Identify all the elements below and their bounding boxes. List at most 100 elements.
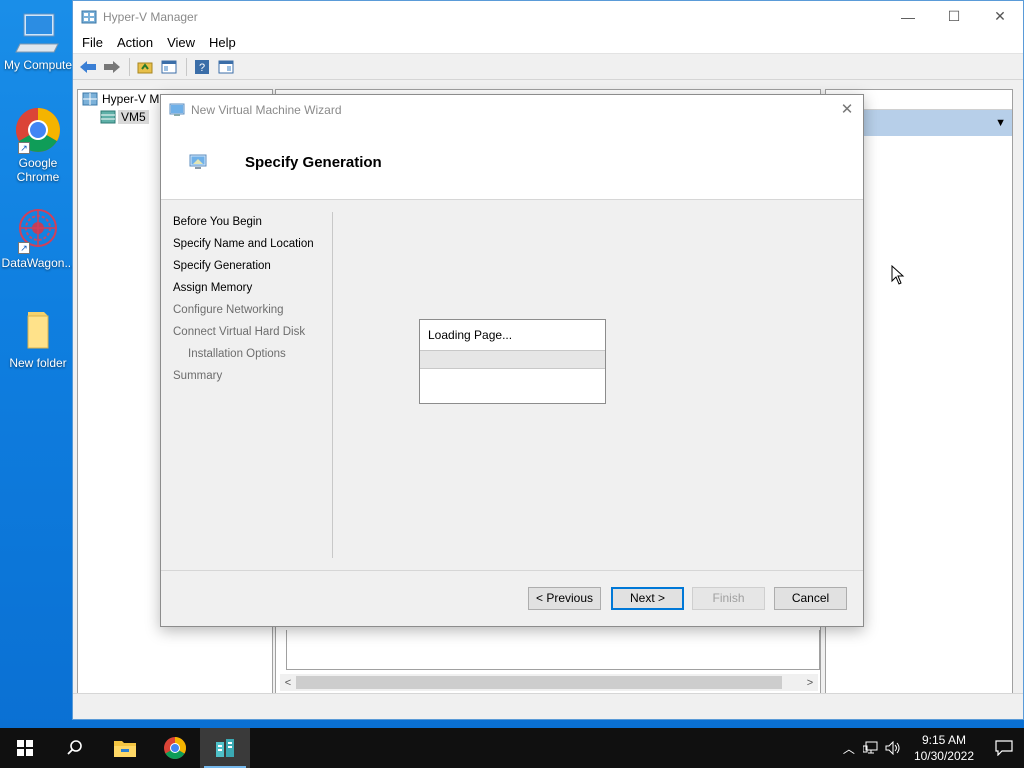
close-icon: ✕ (994, 8, 1006, 24)
taskbar: ︿ 9:15 AM 10/30/2022 (0, 728, 1024, 768)
cancel-button[interactable]: Cancel (774, 587, 847, 610)
datawagon-icon: ↗ (14, 206, 62, 254)
step-specify-generation[interactable]: Specify Generation (173, 259, 333, 281)
close-icon: ✕ (840, 101, 854, 118)
step-configure-networking: Configure Networking (173, 304, 284, 316)
taskbar-clock[interactable]: 9:15 AM 10/30/2022 (904, 732, 984, 764)
minimize-icon: — (901, 8, 915, 25)
hyperv-manager-icon (82, 92, 98, 106)
wizard-app-icon (169, 103, 185, 116)
toolbar-separator (129, 57, 130, 76)
show-hidden-icons-button[interactable]: ︿ (838, 728, 860, 768)
loading-progress-bar (420, 350, 605, 369)
start-button[interactable] (0, 728, 50, 768)
next-button[interactable]: Next > (611, 587, 684, 610)
network-icon (862, 741, 878, 754)
help-button[interactable]: ? (191, 57, 213, 77)
virtual-machine-icon (189, 154, 207, 169)
chrome-taskbar-button[interactable] (150, 728, 200, 768)
desktop-icon-label: My Compute (3, 58, 73, 72)
forward-arrow-icon (104, 60, 120, 73)
menu-help[interactable]: Help (204, 35, 245, 50)
menu-bar: File Action View Help (73, 32, 1023, 54)
wizard-steps-list: Before You Begin Specify Name and Locati… (173, 215, 333, 391)
previous-button[interactable]: < Previous (528, 587, 601, 610)
mouse-cursor-icon (891, 265, 905, 285)
up-folder-button[interactable] (134, 57, 156, 77)
folder-icon (14, 306, 62, 354)
show-hide-action-pane-button[interactable] (215, 57, 237, 77)
back-button[interactable] (77, 57, 99, 77)
scroll-right-icon[interactable]: > (802, 677, 818, 689)
scrollbar-thumb[interactable] (296, 676, 782, 689)
svg-text:?: ? (199, 62, 205, 74)
desktop-icon-label: DataWagon... (1, 256, 75, 270)
step-assign-memory[interactable]: Assign Memory (173, 281, 333, 303)
scroll-left-icon[interactable]: < (280, 677, 296, 689)
step-connect-virtual-hard-disk: Connect Virtual Hard Disk (173, 326, 306, 338)
hyperv-titlebar[interactable]: Hyper-V Manager — ☐ ✕ (73, 1, 1023, 32)
desktop-icon-label: New folder (9, 356, 67, 370)
file-explorer-button[interactable] (100, 728, 150, 768)
loading-text: Loading Page... (428, 328, 513, 342)
minimize-button[interactable]: — (885, 1, 931, 32)
chevron-down-icon: ▼ (995, 117, 1006, 129)
step-summary: Summary (173, 370, 223, 382)
finish-button: Finish (692, 587, 765, 610)
volume-button[interactable] (882, 728, 904, 768)
desktop-icon-datawagon[interactable]: ↗ DataWagon... (1, 206, 75, 270)
forward-button[interactable] (101, 57, 123, 77)
volume-icon (885, 741, 900, 755)
desktop-icon-google-chrome[interactable]: ↗ Google Chrome (1, 106, 75, 184)
wizard-footer-divider (161, 570, 863, 571)
status-bar (73, 693, 1023, 719)
step-before-you-begin[interactable]: Before You Begin (173, 215, 333, 237)
clock-time: 9:15 AM (921, 733, 966, 747)
action-pane-icon (218, 60, 234, 73)
close-button[interactable]: ✕ (977, 1, 1023, 32)
menu-action[interactable]: Action (112, 35, 162, 50)
tree-item-label: VM5 (118, 110, 149, 124)
new-vm-wizard-dialog: New Virtual Machine Wizard ✕ Specify Gen… (160, 94, 864, 627)
menu-file[interactable]: File (77, 35, 112, 50)
desktop-icon-new-folder[interactable]: New folder (1, 306, 75, 370)
tree-item-label: Hyper-V M (102, 92, 160, 106)
toolbar: ? (73, 54, 1023, 80)
back-arrow-icon (80, 60, 96, 73)
console-tree-icon (161, 60, 177, 73)
desktop-icon-label: Google Chrome (16, 156, 60, 184)
toolbar-separator (186, 57, 187, 76)
chevron-up-icon: ︿ (842, 741, 855, 756)
horizontal-scrollbar[interactable]: < > (280, 674, 818, 691)
hyperv-window-title: Hyper-V Manager (103, 9, 198, 24)
hyperv-manager-icon (216, 739, 234, 757)
search-icon (67, 740, 82, 755)
step-installation-options: Installation Options (188, 348, 286, 360)
wizard-close-button[interactable]: ✕ (837, 100, 857, 120)
wizard-header: Specify Generation (161, 125, 863, 200)
notification-center-button[interactable] (984, 728, 1024, 768)
loading-page-panel: Loading Page... (419, 319, 606, 404)
search-button[interactable] (50, 728, 100, 768)
up-folder-icon (137, 62, 153, 73)
file-explorer-icon (114, 741, 136, 757)
wizard-titlebar[interactable]: New Virtual Machine Wizard (161, 95, 863, 125)
step-specify-name-and-location[interactable]: Specify Name and Location (173, 237, 333, 259)
maximize-button[interactable]: ☐ (931, 1, 977, 32)
wizard-title: New Virtual Machine Wizard (191, 103, 342, 117)
hyperv-app-icon (81, 10, 97, 23)
chrome-icon (164, 737, 186, 759)
wizard-page-title: Specify Generation (245, 153, 382, 171)
maximize-icon: ☐ (947, 8, 961, 24)
show-hide-tree-button[interactable] (158, 57, 180, 77)
network-button[interactable] (860, 728, 882, 768)
server-icon (100, 110, 116, 124)
shortcut-arrow-icon: ↗ (18, 242, 30, 254)
system-tray: ︿ 9:15 AM 10/30/2022 (838, 728, 1024, 768)
menu-view[interactable]: View (162, 35, 204, 50)
notification-icon (995, 740, 1013, 756)
hyperv-manager-taskbar-button[interactable] (200, 728, 250, 768)
shortcut-arrow-icon: ↗ (18, 142, 30, 154)
desktop-icon-my-computer[interactable]: My Compute (1, 8, 75, 72)
details-panel (286, 630, 820, 670)
